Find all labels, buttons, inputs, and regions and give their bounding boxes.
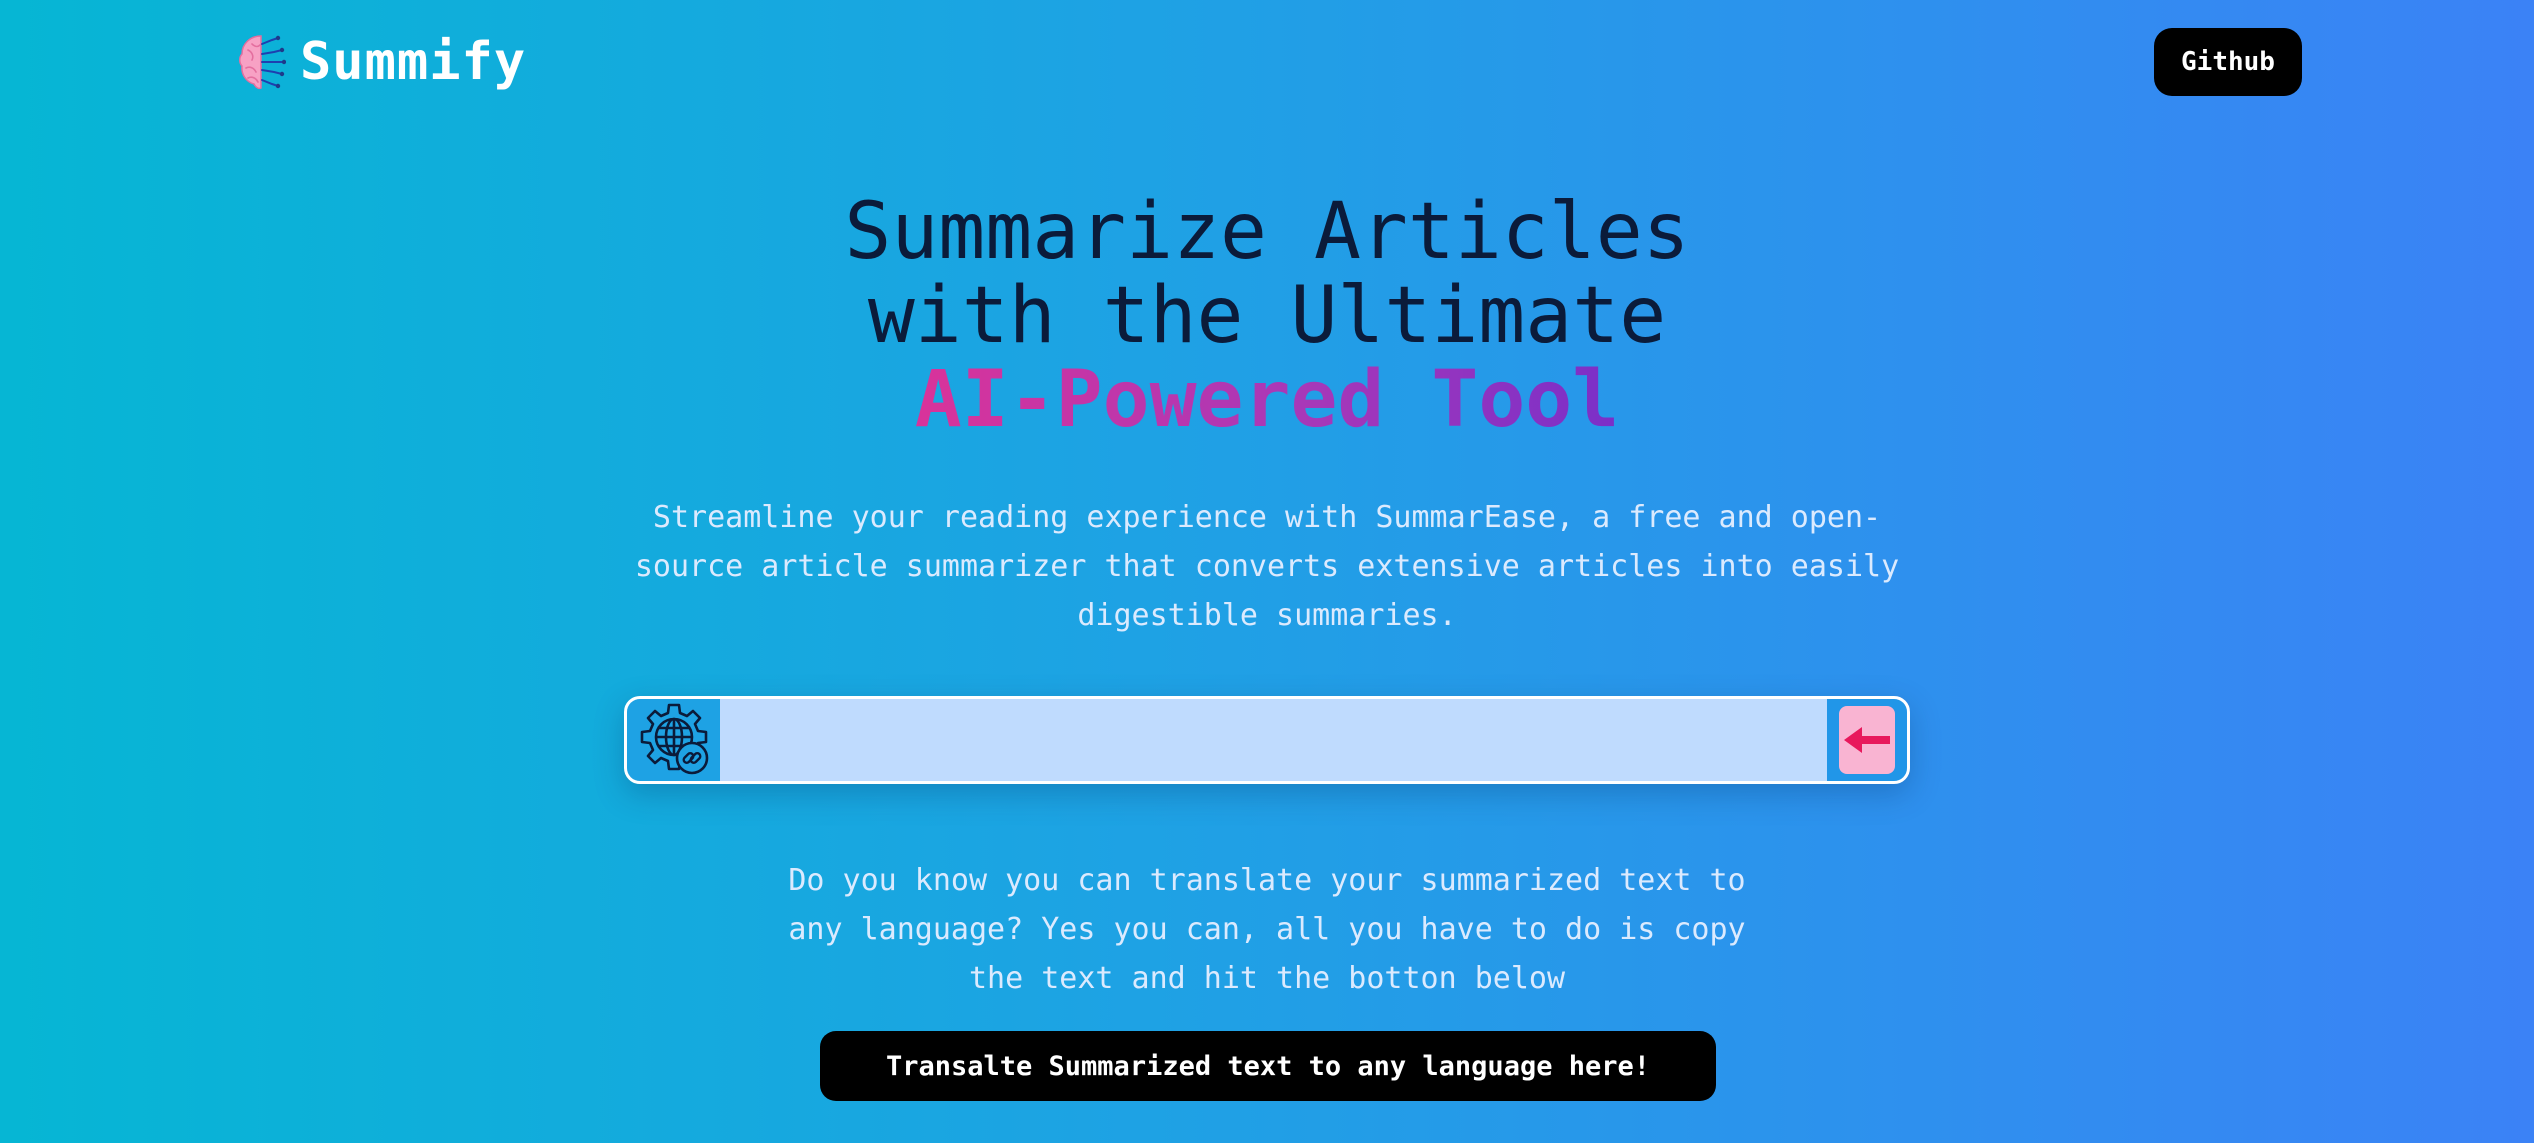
hero-title-line-2: with the Ultimate (867, 271, 1667, 361)
submit-box (1827, 699, 1907, 781)
github-button[interactable]: Github (2154, 28, 2302, 96)
brand[interactable]: Summify (236, 28, 526, 96)
link-icon-box (627, 699, 720, 781)
brand-name: Summify (300, 32, 527, 92)
top-nav: Summify Github (0, 0, 2534, 124)
hero-description: Streamline your reading experience with … (634, 500, 1900, 633)
hero-title: Summarize Articles with the Ultimate AI-… (0, 190, 2534, 442)
globe-link-gear-icon (640, 703, 708, 775)
translate-note: Do you know you can translate your summa… (788, 863, 1746, 996)
submit-button[interactable] (1839, 706, 1895, 774)
arrow-left-icon (1844, 727, 1890, 753)
hero-title-accent: AI-Powered Tool (914, 355, 1620, 445)
translate-button[interactable]: Transalte Summarized text to any languag… (820, 1031, 1716, 1101)
article-url-input[interactable] (720, 699, 1827, 781)
brain-icon (239, 35, 286, 90)
article-url-form (624, 696, 1910, 784)
hero-title-line-1: Summarize Articles (844, 187, 1690, 277)
